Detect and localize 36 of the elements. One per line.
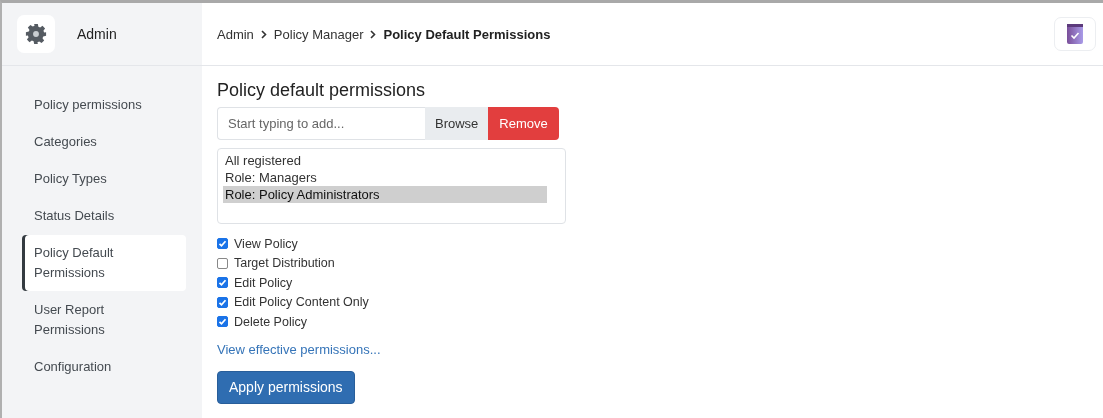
sidebar-item[interactable]: Policy permissions <box>22 87 186 123</box>
list-option[interactable]: All registered <box>223 152 547 169</box>
sidebar-item[interactable]: Policy Types <box>22 161 186 197</box>
checkbox[interactable] <box>217 277 228 289</box>
sidebar-item[interactable]: User Report Permissions <box>22 292 186 348</box>
sidebar-item[interactable]: Policy Default Permissions <box>22 235 186 291</box>
checkbox-label: Target Distribution <box>234 256 335 271</box>
chevron-icon <box>260 29 267 39</box>
checklist-button[interactable] <box>1054 17 1096 51</box>
chevron-icon <box>370 29 377 39</box>
checkbox[interactable] <box>217 257 228 269</box>
principal-list[interactable]: All registered Role: Managers Role: Policy Administrators <box>217 148 566 224</box>
checkbox[interactable] <box>217 316 228 328</box>
breadcrumb-item[interactable]: Admin <box>217 26 254 42</box>
breadcrumb-item: Policy Default Permissions <box>383 26 551 42</box>
checkbox-label: Edit Policy <box>234 275 293 290</box>
checkbox-label: Delete Policy <box>234 314 307 329</box>
checklist-icon <box>1067 24 1083 44</box>
page-heading: Policy default permissions <box>217 80 426 101</box>
search-field[interactable]: Start typing to add... <box>217 107 425 140</box>
checkbox[interactable] <box>217 238 228 250</box>
app-title: Admin <box>77 26 117 42</box>
list-option[interactable]: Role: Policy Administrators <box>223 186 547 203</box>
browse-button[interactable]: Browse <box>425 107 489 140</box>
gear-icon <box>17 15 55 53</box>
remove-button[interactable]: Remove <box>488 107 559 140</box>
sidebar-item[interactable]: Configuration <box>22 349 186 385</box>
effective-permissions-link[interactable]: View effective permissions... <box>217 341 381 357</box>
sidebar-item[interactable]: Status Details <box>22 198 186 234</box>
list-option[interactable]: Role: Managers <box>223 169 547 186</box>
checkbox[interactable] <box>217 296 228 308</box>
sidebar-item[interactable]: Categories <box>22 124 186 160</box>
breadcrumb-item[interactable]: Policy Manager <box>273 26 364 42</box>
apply-button[interactable]: Apply permissions <box>217 370 355 404</box>
checkbox-label: View Policy <box>234 236 298 251</box>
checkbox-label: Edit Policy Content Only <box>234 295 369 310</box>
